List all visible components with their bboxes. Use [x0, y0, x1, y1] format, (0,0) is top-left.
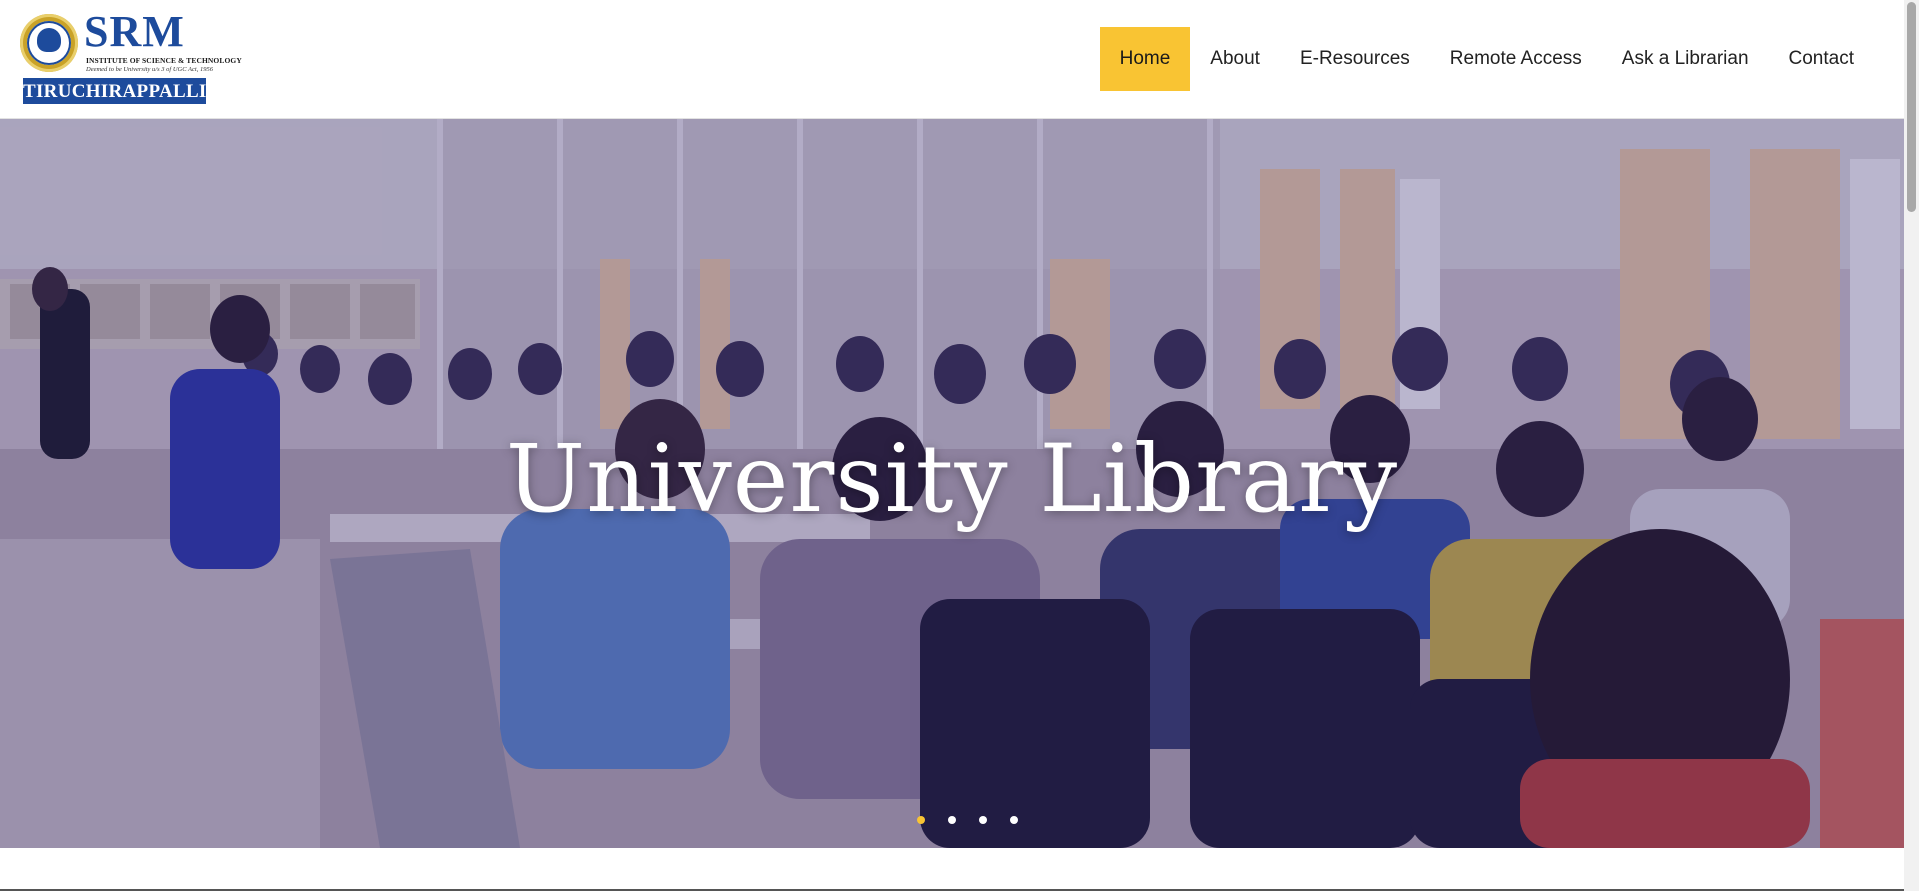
nav-item-about[interactable]: About [1190, 27, 1280, 91]
slider-dot-2[interactable] [947, 816, 956, 824]
nav-item-remote-access[interactable]: Remote Access [1430, 27, 1602, 91]
nav-item-ask-a-librarian[interactable]: Ask a Librarian [1602, 27, 1769, 91]
brand-subtagline: Deemed to be University u/s 3 of UGC Act… [86, 66, 213, 73]
university-seal-icon [20, 14, 78, 72]
brand-tagline: INSTITUTE OF SCIENCE & TECHNOLOGY [86, 56, 242, 65]
hero-slider: University Library [0, 119, 1904, 848]
brand-name: SRM [84, 7, 185, 56]
brand-campus: TIRUCHIRAPPALLI [23, 78, 206, 104]
slider-dot-3[interactable] [978, 816, 987, 824]
page-scrollbar[interactable] [1904, 0, 1919, 891]
site-header: SRM INSTITUTE OF SCIENCE & TECHNOLOGY De… [0, 0, 1904, 119]
scrollbar-thumb[interactable] [1907, 2, 1916, 212]
main-nav: Home About E-Resources Remote Access Ask… [1099, 27, 1874, 91]
slider-dots [0, 816, 1904, 824]
nav-item-home[interactable]: Home [1099, 27, 1191, 91]
site-logo[interactable]: SRM INSTITUTE OF SCIENCE & TECHNOLOGY De… [20, 8, 242, 107]
hero-title: University Library [505, 425, 1399, 534]
slider-dot-1[interactable] [916, 816, 925, 824]
nav-item-contact[interactable]: Contact [1769, 27, 1874, 91]
nav-item-e-resources[interactable]: E-Resources [1280, 27, 1430, 91]
slider-dot-4[interactable] [1009, 816, 1018, 824]
